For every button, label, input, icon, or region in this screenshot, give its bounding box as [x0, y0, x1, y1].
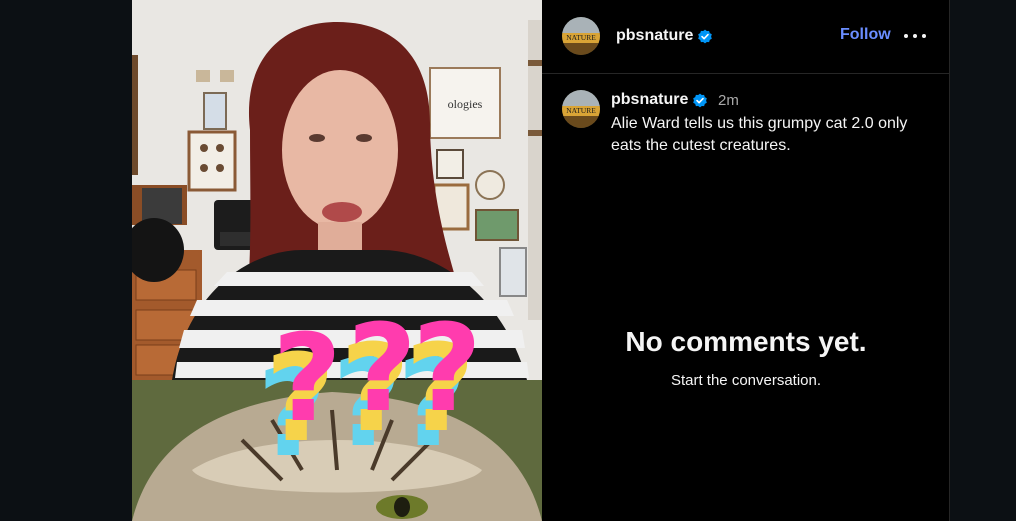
dot-icon	[922, 34, 926, 38]
verified-badge-icon	[692, 93, 708, 109]
follow-button[interactable]: Follow	[840, 26, 891, 44]
question-marks-sticker: ? ? ? ? ? ? ? ? ?	[257, 300, 482, 484]
more-options-icon[interactable]	[904, 28, 926, 44]
verified-badge-icon	[697, 29, 713, 45]
video-frame-illustration: ologies ? ? ? ? ? ? ? ? ?	[132, 0, 542, 521]
avatar-logo-text: NATURE	[566, 33, 596, 42]
dot-icon	[913, 34, 917, 38]
caption-avatar[interactable]: NATURE	[562, 90, 600, 128]
post-header: NATURE pbsnature Follow	[542, 0, 949, 74]
caption-username[interactable]: pbsnature	[611, 91, 688, 109]
post-modal: ologies ? ? ? ? ? ? ? ? ? NATURE pbsnatu…	[0, 0, 1016, 521]
nature-logo-icon: NATURE	[562, 17, 600, 55]
no-comments-title: No comments yet.	[625, 326, 867, 357]
no-comments-subtitle: Start the conversation.	[670, 372, 822, 389]
post-video[interactable]: ologies ? ? ? ? ? ? ? ? ?	[132, 0, 542, 521]
post-info-panel: NATURE pbsnature Follow NATURE pbsnature…	[542, 0, 950, 521]
poster-text: ologies	[448, 97, 483, 111]
svg-text:?: ?	[412, 300, 482, 439]
header-username[interactable]: pbsnature	[616, 27, 693, 45]
post-timestamp[interactable]: 2m	[718, 92, 739, 109]
caption-text: Alie Ward tells us this grumpy cat 2.0 o…	[611, 115, 908, 154]
nature-logo-icon: NATURE	[562, 90, 600, 128]
account-avatar[interactable]: NATURE	[562, 17, 600, 55]
dot-icon	[904, 34, 908, 38]
avatar-logo-text: NATURE	[566, 106, 596, 115]
